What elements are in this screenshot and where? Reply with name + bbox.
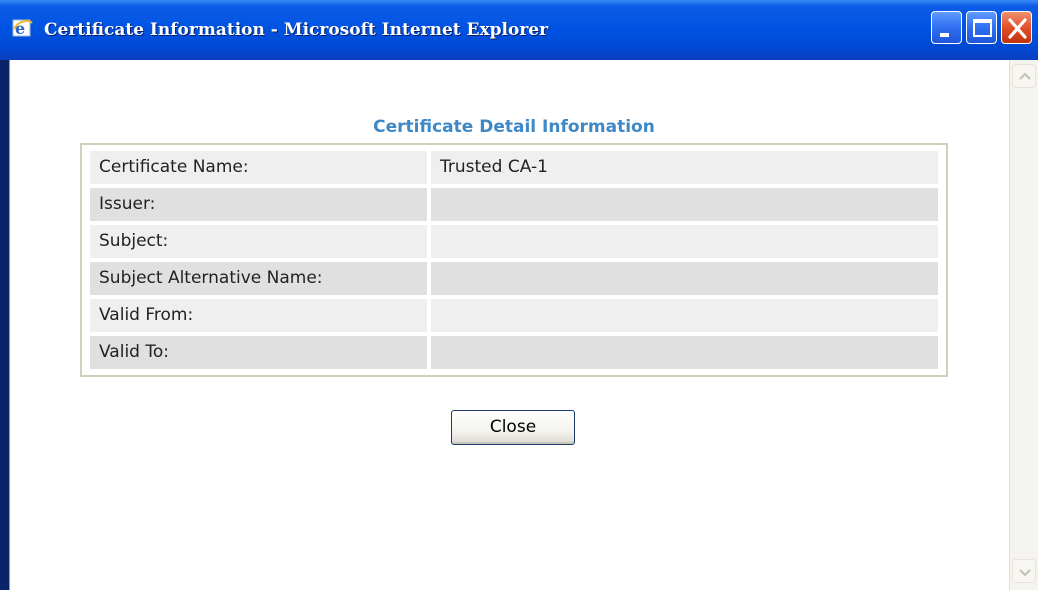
ie-window: e Certificate Information - Microsoft In…: [0, 0, 1038, 590]
table-row: Issuer:: [90, 188, 938, 221]
window-title: Certificate Information - Microsoft Inte…: [44, 20, 549, 40]
scroll-up-button[interactable]: [1012, 64, 1036, 88]
valid-from-value: [431, 299, 938, 332]
vertical-scrollbar[interactable]: [1009, 60, 1038, 590]
minimize-button[interactable]: [931, 11, 962, 44]
title-bar[interactable]: e Certificate Information - Microsoft In…: [0, 0, 1038, 60]
subject-value: [431, 225, 938, 258]
table-row: Subject:: [90, 225, 938, 258]
maximize-button[interactable]: [966, 11, 997, 44]
subject-alt-name-label: Subject Alternative Name:: [90, 262, 427, 295]
page-title: Certificate Detail Information: [373, 117, 655, 137]
table-row: Subject Alternative Name:: [90, 262, 938, 295]
certificate-name-value: Trusted CA-1: [431, 151, 938, 184]
issuer-value: [431, 188, 938, 221]
ie-icon[interactable]: e: [12, 17, 34, 39]
certificate-detail-table: Certificate Name: Trusted CA-1 Issuer: S…: [80, 143, 948, 377]
certificate-name-label: Certificate Name:: [90, 151, 427, 184]
table-row: Valid To:: [90, 336, 938, 369]
valid-to-value: [431, 336, 938, 369]
valid-to-label: Valid To:: [90, 336, 427, 369]
scroll-down-button[interactable]: [1012, 559, 1036, 583]
subject-label: Subject:: [90, 225, 427, 258]
valid-from-label: Valid From:: [90, 299, 427, 332]
table-row: Certificate Name: Trusted CA-1: [90, 151, 938, 184]
issuer-label: Issuer:: [90, 188, 427, 221]
close-window-button[interactable]: [1001, 11, 1032, 44]
close-button[interactable]: Close: [451, 410, 575, 445]
table-row: Valid From:: [90, 299, 938, 332]
subject-alt-name-value: [431, 262, 938, 295]
